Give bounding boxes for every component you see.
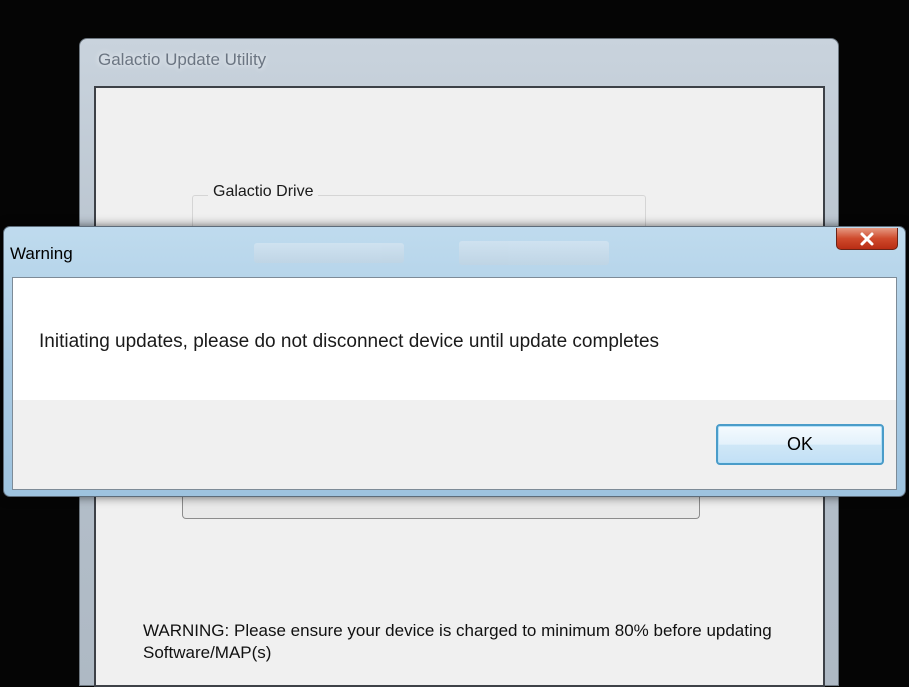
obscured-refresh-button — [459, 241, 609, 265]
close-button[interactable] — [836, 228, 898, 250]
group-label: Galactio Drive — [208, 183, 319, 201]
obscured-combo — [254, 243, 404, 263]
dialog-body: Initiating updates, please do not discon… — [12, 277, 897, 490]
dialog-content-area: Initiating updates, please do not discon… — [13, 278, 896, 400]
dialog-title: Warning — [10, 244, 73, 263]
ok-button[interactable]: OK — [716, 424, 884, 465]
warning-dialog: Warning Initiating updates, please do no… — [3, 226, 906, 497]
dialog-message: Initiating updates, please do not discon… — [39, 331, 660, 352]
background-controls-showing-through — [254, 241, 614, 265]
battery-warning-text: WARNING: Please ensure your device is ch… — [143, 621, 772, 662]
main-window-title: Galactio Update Utility — [98, 50, 267, 69]
close-icon — [860, 232, 874, 245]
